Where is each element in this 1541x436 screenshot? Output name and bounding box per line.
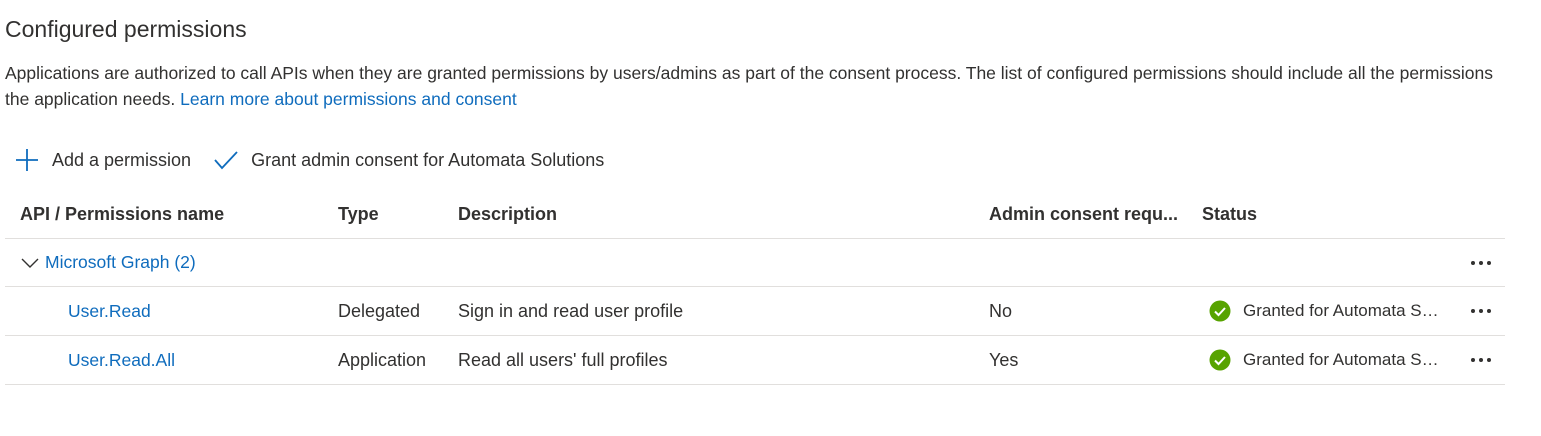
permission-name-link[interactable]: User.Read.All [20,350,175,371]
permission-name-cell: User.Read.All [20,336,330,384]
row-more-actions-button[interactable] [1461,336,1501,384]
add-permission-label: Add a permission [52,149,192,170]
more-horizontal-icon [1471,358,1491,362]
permission-type: Application [338,349,427,370]
more-horizontal-icon [1471,260,1491,265]
add-permission-button[interactable]: Add a permission [14,147,191,173]
status-wrap: Granted for Automata Solutions [1202,349,1443,371]
section-description: Applications are authorized to call APIs… [5,60,1505,112]
permission-name-link[interactable]: User.Read [20,301,151,322]
permissions-toolbar: Add a permission Grant admin consent for… [14,144,604,176]
checkmark-icon [214,151,238,170]
row-more-actions-button[interactable] [1461,287,1501,335]
permission-type: Delegated [338,300,421,321]
chevron-down-icon [21,258,39,268]
group-toggle-microsoft-graph[interactable]: Microsoft Graph (2) [19,239,419,286]
table-row: User.Read Delegated Sign in and read use… [5,287,1505,336]
check-circle-icon [1209,300,1231,322]
permission-description: Read all users' full profiles [458,349,668,370]
more-horizontal-icon [1471,309,1491,313]
section-title: Configured permissions [5,16,247,42]
permission-description: Sign in and read user profile [458,300,684,321]
permission-status: Granted for Automata Solutions [1202,336,1452,384]
check-circle-icon [1209,349,1231,371]
permission-status: Granted for Automata Solutions [1202,287,1452,335]
column-header-type[interactable]: Type [338,190,453,238]
status-text: Granted for Automata Solutions [1243,301,1443,320]
permissions-table: API / Permissions name Type Description … [5,190,1505,385]
column-header-status[interactable]: Status [1202,190,1452,238]
column-header-description[interactable]: Description [458,190,978,238]
group-label-microsoft-graph[interactable]: Microsoft Graph (2) [45,252,196,273]
grant-admin-consent-button[interactable]: Grant admin consent for Automata Solutio… [213,147,604,173]
learn-more-link[interactable]: Learn more about permissions and consent [180,89,517,109]
group-row-microsoft-graph: Microsoft Graph (2) [5,239,1505,287]
column-header-admin-consent[interactable]: Admin consent requ... [989,190,1194,238]
plus-icon [16,149,38,171]
column-header-name[interactable]: API / Permissions name [20,190,330,238]
group-more-actions-button[interactable] [1461,239,1501,286]
status-wrap: Granted for Automata Solutions [1202,300,1443,322]
permission-name-cell: User.Read [20,287,330,335]
table-header-row: API / Permissions name Type Description … [5,190,1505,239]
status-text: Granted for Automata Solutions [1243,350,1443,369]
table-row: User.Read.All Application Read all users… [5,336,1505,385]
permission-admin-consent: No [989,300,1013,321]
permission-admin-consent: Yes [989,349,1019,370]
grant-admin-consent-label: Grant admin consent for Automata Solutio… [251,149,605,170]
